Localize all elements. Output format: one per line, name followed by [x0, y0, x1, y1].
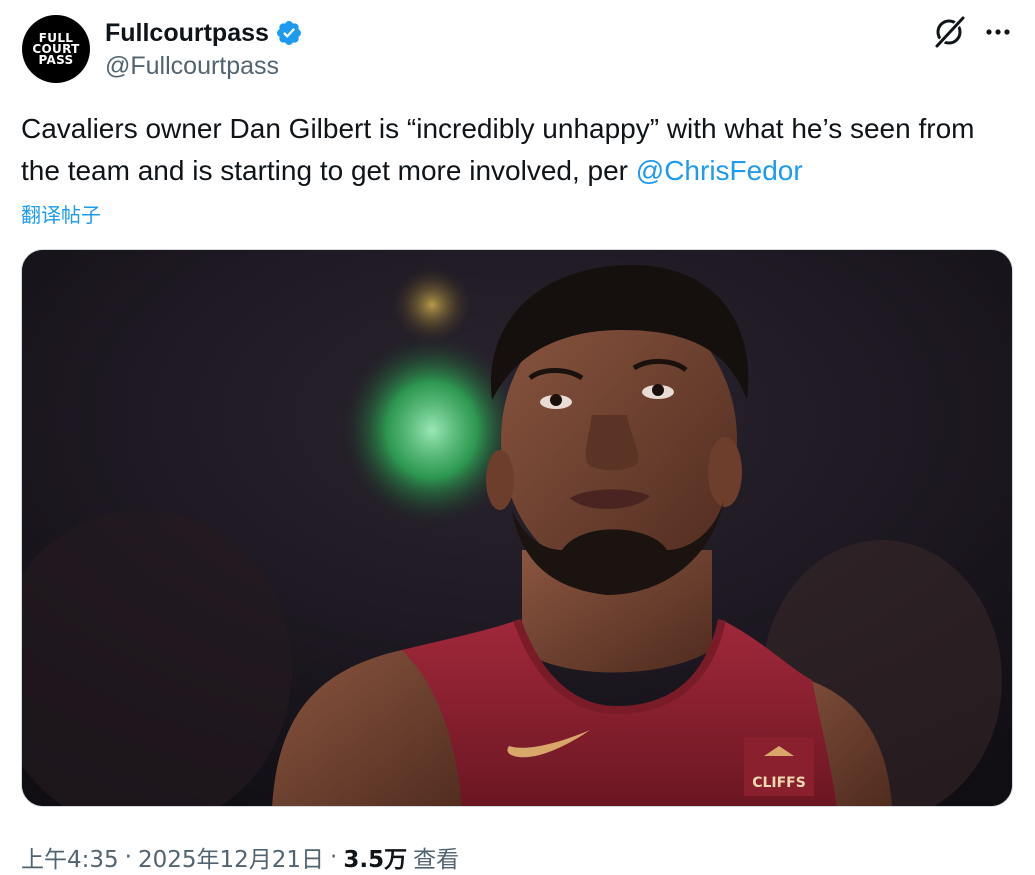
mention-link[interactable]: @ChrisFedor: [636, 155, 803, 186]
tweet-card: FULL COURT PASS Fullcourtpass @Fullcourt…: [0, 0, 1035, 875]
views-count[interactable]: 3.5万: [343, 840, 407, 874]
tweet-body: Cavaliers owner Dan Gilbert is “incredib…: [21, 113, 975, 186]
jersey-sponsor-text: CLIFFS: [752, 775, 806, 791]
tweet-meta: 上午4:35 · 2025年12月21日 · 3.5万 查看: [21, 840, 459, 874]
views-label: 查看: [413, 847, 460, 873]
tweet-image[interactable]: CLIFFS: [21, 249, 1013, 807]
tweet-actions-top: [931, 14, 1013, 50]
avatar-text-line-3: PASS: [38, 52, 74, 67]
avatar[interactable]: FULL COURT PASS: [22, 15, 90, 83]
tweet-text: Cavaliers owner Dan Gilbert is “incredib…: [21, 108, 1021, 192]
author-handle[interactable]: @Fullcourtpass: [105, 52, 279, 81]
tweet-date[interactable]: 2025年12月21日: [138, 840, 324, 874]
verified-badge-icon: [276, 21, 301, 45]
more-icon[interactable]: [983, 17, 1013, 47]
author-display-name[interactable]: Fullcourtpass: [105, 19, 269, 48]
translate-post-link[interactable]: 翻译帖子: [21, 199, 101, 228]
grok-icon[interactable]: [931, 14, 967, 50]
tweet-time[interactable]: 上午4:35: [21, 840, 119, 874]
meta-separator: ·: [330, 844, 338, 870]
author-name-row: Fullcourtpass: [105, 16, 303, 50]
meta-separator: ·: [124, 844, 132, 870]
player-photo: CLIFFS: [22, 250, 1012, 806]
